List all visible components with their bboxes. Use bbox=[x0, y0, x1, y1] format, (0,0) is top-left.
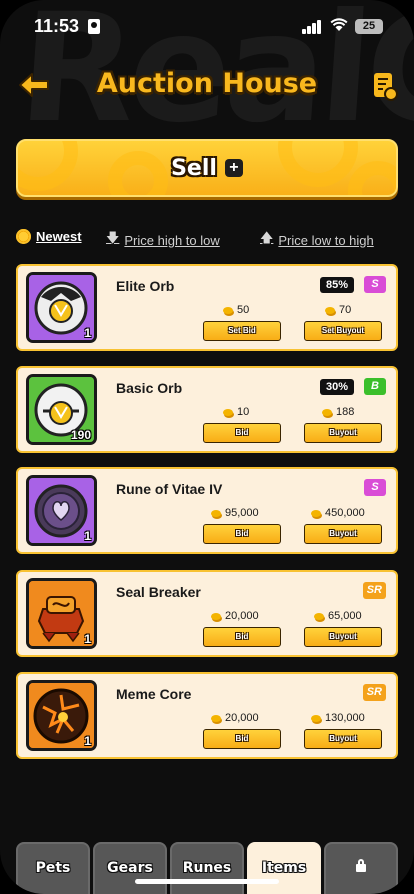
buyout-price-value: 130,000 bbox=[325, 712, 365, 724]
page-title: Auction House bbox=[96, 68, 318, 99]
rarity-badge: S bbox=[364, 479, 386, 496]
item-thumbnail: 1 bbox=[26, 475, 97, 546]
item-quantity: 190 bbox=[70, 428, 91, 442]
item-quantity: 1 bbox=[84, 632, 91, 646]
wifi-icon bbox=[330, 18, 348, 37]
coin-icon bbox=[211, 509, 221, 517]
tab-items[interactable]: Items bbox=[247, 842, 321, 894]
bid-button[interactable]: Bid bbox=[203, 524, 281, 544]
arrow-up-icon: 🡅 bbox=[260, 230, 274, 245]
tab-runes[interactable]: Runes bbox=[170, 842, 244, 894]
buyout-price-value: 188 bbox=[336, 406, 355, 418]
app-screen: RealGo 11:53 25 Auction House Sell + New… bbox=[0, 0, 414, 894]
item-quantity: 1 bbox=[84, 529, 91, 543]
sell-button[interactable]: Sell + bbox=[16, 139, 398, 197]
coin-icon bbox=[223, 408, 233, 416]
item-name: Elite Orb bbox=[116, 278, 175, 294]
category-tabs: Pets Gears Runes Items bbox=[16, 842, 398, 894]
listing-card[interactable]: 1 Meme Core SR 20,000 130,000 Bid Buyout bbox=[16, 672, 398, 759]
item-thumbnail: 1 bbox=[26, 272, 97, 343]
bid-button[interactable]: Bid bbox=[203, 729, 281, 749]
tab-gears[interactable]: Gears bbox=[93, 842, 167, 894]
item-name: Meme Core bbox=[116, 686, 192, 702]
sell-label: Sell bbox=[171, 155, 217, 181]
bid-button[interactable]: Bid bbox=[203, 627, 281, 647]
bid-price: 20,000 bbox=[211, 610, 259, 622]
home-indicator[interactable] bbox=[135, 879, 279, 884]
bid-price: 10 bbox=[223, 406, 249, 418]
percent-badge: 30% bbox=[319, 379, 354, 395]
coin-icon bbox=[311, 714, 321, 722]
bid-price-value: 95,000 bbox=[225, 507, 259, 519]
sun-icon bbox=[16, 229, 31, 244]
item-name: Seal Breaker bbox=[116, 584, 201, 600]
sort-price-high-to-low[interactable]: 🡇 Price high to low bbox=[106, 229, 220, 251]
buyout-button[interactable]: Buyout bbox=[304, 729, 382, 749]
coin-icon bbox=[211, 612, 221, 620]
bid-price: 20,000 bbox=[211, 712, 259, 724]
coin-icon bbox=[223, 306, 233, 314]
status-bar: 11:53 25 bbox=[0, 14, 414, 42]
set-buyout-button[interactable]: Set Buyout bbox=[304, 321, 382, 341]
arrow-down-icon: 🡇 bbox=[106, 230, 120, 245]
bid-price: 50 bbox=[223, 304, 249, 316]
listing-card[interactable]: 1 Seal Breaker SR 20,000 65,000 Bid Buyo… bbox=[16, 570, 398, 657]
item-thumbnail: 1 bbox=[26, 578, 97, 649]
tab-pets[interactable]: Pets bbox=[16, 842, 90, 894]
buyout-price: 130,000 bbox=[311, 712, 365, 724]
buyout-price: 65,000 bbox=[314, 610, 362, 622]
rarity-badge: B bbox=[364, 378, 386, 395]
clock-icon bbox=[384, 87, 398, 101]
buyout-button[interactable]: Buyout bbox=[304, 524, 382, 544]
buyout-button[interactable]: Buyout bbox=[304, 423, 382, 443]
status-time: 11:53 bbox=[34, 16, 80, 36]
buyout-price: 70 bbox=[325, 304, 351, 316]
buyout-price: 188 bbox=[322, 406, 354, 418]
sort-newest-label: Newest bbox=[36, 229, 82, 244]
item-name: Rune of Vitae IV bbox=[116, 481, 223, 497]
rarity-badge: SR bbox=[362, 684, 386, 701]
rarity-badge: S bbox=[364, 276, 386, 293]
rarity-badge: SR bbox=[362, 582, 386, 599]
id-card-icon bbox=[88, 19, 100, 34]
lock-icon bbox=[356, 859, 366, 872]
buyout-price-value: 70 bbox=[339, 304, 352, 316]
listing-card[interactable]: 190 Basic Orb 30% B 10 188 Bid Buyout bbox=[16, 366, 398, 453]
coin-icon bbox=[322, 408, 332, 416]
percent-badge: 85% bbox=[319, 277, 354, 293]
bid-price-value: 50 bbox=[237, 304, 250, 316]
item-name: Basic Orb bbox=[116, 380, 183, 396]
item-thumbnail: 1 bbox=[26, 680, 97, 751]
signal-icon bbox=[302, 20, 322, 34]
bid-price-value: 10 bbox=[237, 406, 250, 418]
coin-icon bbox=[211, 714, 221, 722]
coin-icon bbox=[325, 306, 335, 314]
buyout-button[interactable]: Buyout bbox=[304, 627, 382, 647]
coin-icon bbox=[314, 612, 324, 620]
item-quantity: 1 bbox=[84, 734, 91, 748]
item-thumbnail: 190 bbox=[26, 374, 97, 445]
bid-price-value: 20,000 bbox=[225, 712, 259, 724]
sort-newest[interactable]: Newest bbox=[16, 229, 82, 244]
bid-price: 95,000 bbox=[211, 507, 259, 519]
listing-history-button[interactable] bbox=[372, 73, 398, 101]
set-bid-button[interactable]: Set Bid bbox=[203, 321, 281, 341]
item-quantity: 1 bbox=[84, 326, 91, 340]
bid-button[interactable]: Bid bbox=[203, 423, 281, 443]
listing-card[interactable]: 1 Elite Orb 85% S 50 70 Set Bid Set Buyo… bbox=[16, 264, 398, 351]
plus-icon: + bbox=[224, 159, 243, 177]
sort-high-low-label: Price high to low bbox=[124, 232, 220, 248]
buyout-price-value: 450,000 bbox=[325, 507, 365, 519]
buyout-price-value: 65,000 bbox=[328, 610, 362, 622]
tab-locked[interactable] bbox=[324, 842, 398, 894]
sort-price-low-to-high[interactable]: 🡅 Price low to high bbox=[260, 229, 374, 251]
sort-bar: Newest 🡇 Price high to low 🡅 Price low t… bbox=[0, 229, 414, 249]
sort-low-high-label: Price low to high bbox=[278, 232, 374, 248]
battery-icon: 25 bbox=[355, 19, 383, 34]
listing-card[interactable]: 1 Rune of Vitae IV S 95,000 450,000 Bid … bbox=[16, 467, 398, 554]
buyout-price: 450,000 bbox=[311, 507, 365, 519]
bid-price-value: 20,000 bbox=[225, 610, 259, 622]
coin-icon bbox=[311, 509, 321, 517]
